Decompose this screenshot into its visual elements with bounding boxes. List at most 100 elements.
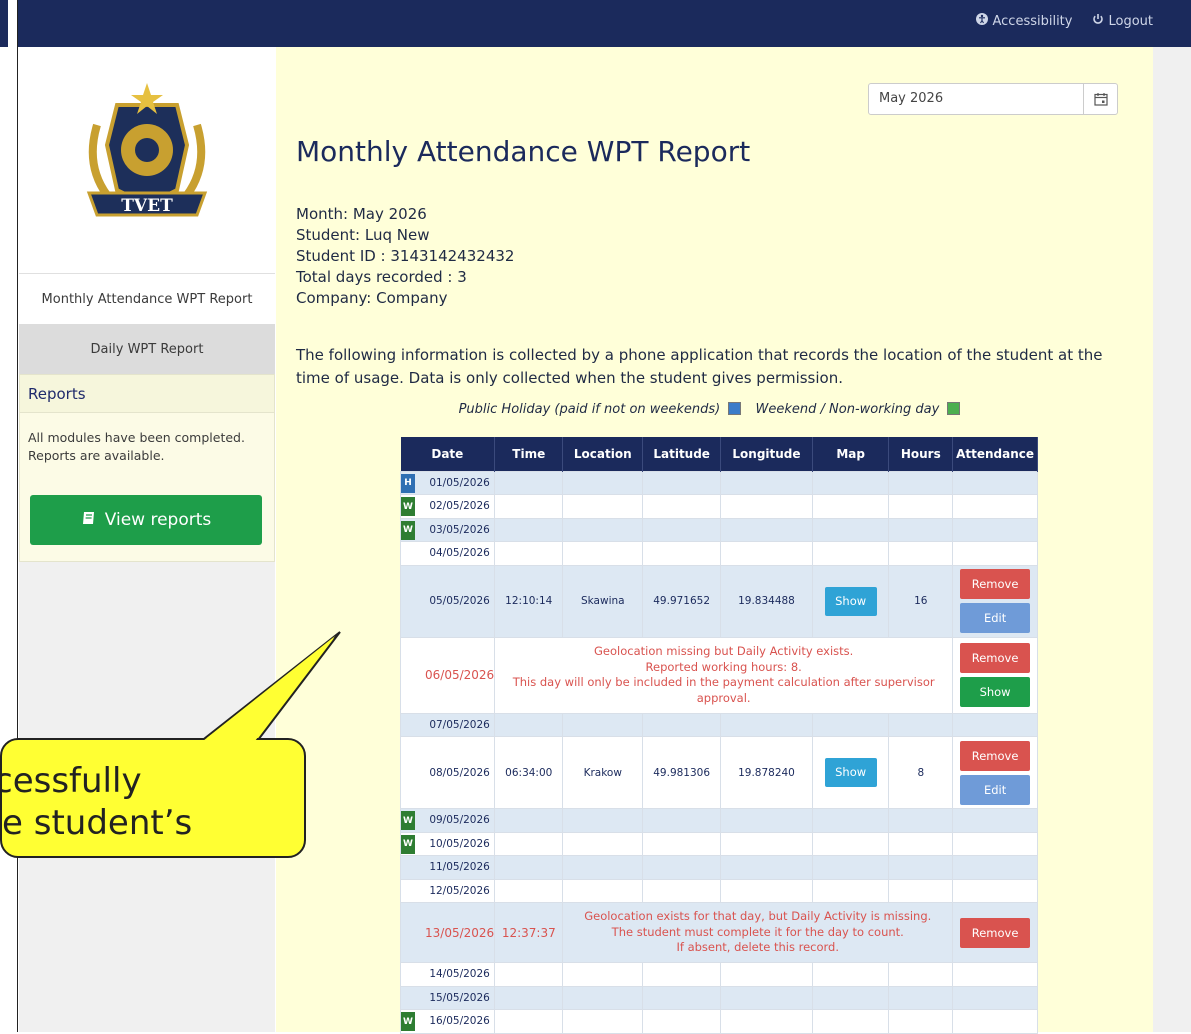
edit-button[interactable]: Edit [960, 603, 1031, 633]
logout-link[interactable]: Logout [1092, 13, 1153, 29]
row-date: 08/05/2026 [429, 766, 490, 779]
table-row: 07/05/2026 [399, 712, 1038, 737]
sidebar-item-label: Monthly Attendance WPT Report [41, 291, 253, 307]
sidebar-item-daily-report[interactable]: Daily WPT Report [19, 324, 275, 374]
top-navbar: Accessibility Logout [0, 0, 1191, 47]
table-row: W 16/05/2026 [399, 1009, 1038, 1034]
row-hours: 8 [888, 736, 954, 809]
remove-button[interactable]: Remove [960, 740, 1031, 771]
logo-container: TVET [19, 47, 275, 274]
message-line: This day will only be included in the pa… [512, 675, 935, 705]
data-collection-description: The following information is collected b… [296, 346, 1103, 387]
month-picker[interactable]: May 2026 [868, 83, 1118, 115]
right-gutter [1153, 47, 1191, 1032]
accessibility-icon [976, 13, 989, 29]
reports-title: Reports [20, 375, 274, 413]
table-row: 14/05/2026 [399, 962, 1038, 987]
logo-text: TVET [121, 196, 173, 216]
missing-geolocation-message: Geolocation missing but Daily Activity e… [494, 636, 954, 714]
row-longitude: 19.834488 [720, 564, 813, 638]
callout-text: cessfully e student’s s. [0, 760, 304, 856]
edit-button[interactable]: Edit [960, 774, 1031, 805]
row-date: 12/05/2026 [429, 884, 490, 897]
report-info: Month: May 2026 Student: Luq New Student… [296, 204, 514, 309]
info-student-id: Student ID : 3143142432432 [296, 247, 515, 265]
table-header-row: Date Time Location Latitude Longitude Ma… [400, 437, 1038, 471]
row-date: 11/05/2026 [429, 861, 490, 874]
table-row: 12/05/2026 [399, 878, 1038, 903]
sidebar-item-label: Daily WPT Report [90, 341, 204, 357]
column-header-time: Time [494, 437, 564, 471]
callout-line: cessfully [0, 761, 142, 801]
show-map-button[interactable]: Show [824, 758, 877, 787]
info-company: Company: Company [296, 289, 448, 307]
message-line: Geolocation exists for that day, but Dai… [584, 909, 932, 924]
accessibility-label: Accessibility [992, 13, 1073, 29]
row-date: 14/05/2026 [429, 968, 490, 981]
row-time: 12:10:14 [494, 564, 564, 638]
row-date: 15/05/2026 [429, 991, 490, 1004]
weekend-badge: W [401, 1012, 415, 1031]
row-latitude: 49.981306 [642, 736, 722, 809]
row-date: 05/05/2026 [429, 595, 490, 607]
message-line: The student must complete it for the day… [611, 924, 904, 939]
remove-button[interactable]: Remove [960, 917, 1031, 948]
show-map-button[interactable]: Show [824, 586, 877, 616]
row-date: 07/05/2026 [429, 718, 490, 731]
show-button[interactable]: Show [960, 677, 1031, 707]
weekend-badge: W [401, 834, 415, 854]
row-latitude: 49.971652 [642, 564, 722, 638]
holiday-badge: H [401, 473, 415, 493]
view-reports-label: View reports [104, 510, 212, 530]
reports-panel: Reports All modules have been completed.… [19, 374, 275, 562]
table-row: H 01/05/2026 [399, 470, 1038, 495]
tvet-logo: TVET [86, 83, 208, 217]
weekend-badge: W [401, 497, 415, 516]
calendar-icon[interactable] [1083, 84, 1117, 114]
main-content: May 2026 Monthly Attendance WPT Report M… [276, 47, 1153, 1034]
row-date: 03/05/2026 [429, 523, 490, 536]
legend-weekend-swatch [947, 402, 961, 415]
remove-button[interactable]: Remove [960, 643, 1031, 673]
table-row: 05/05/2026 12:10:14 Skawina 49.971652 19… [399, 564, 1038, 638]
callout-line: e student’s [2, 803, 193, 843]
row-longitude: 19.878240 [720, 736, 813, 809]
table-row: 04/05/2026 [399, 541, 1038, 566]
table-row: W 10/05/2026 [399, 831, 1038, 856]
row-date: 01/05/2026 [429, 476, 490, 489]
book-icon [81, 510, 97, 530]
logout-label: Logout [1108, 13, 1153, 29]
legend-holiday-label: Public Holiday (paid if not on weekends) [458, 402, 721, 417]
row-date: 10/05/2026 [429, 837, 490, 850]
row-time: 12:37:37 [494, 902, 564, 963]
callout-line: s. [2, 844, 304, 856]
message-line: Geolocation missing but Daily Activity e… [594, 644, 854, 658]
column-header-attendance: Attendance [952, 437, 1038, 471]
table-row: W 02/05/2026 [399, 494, 1038, 519]
legend: Public Holiday (paid if not on weekends)… [276, 402, 1153, 417]
row-date: 06/05/2026 [425, 668, 495, 682]
view-reports-button[interactable]: View reports [30, 495, 262, 545]
row-date: 13/05/2026 [425, 925, 495, 940]
table-row: W 09/05/2026 [399, 808, 1038, 833]
row-date: 04/05/2026 [429, 547, 490, 560]
row-date: 09/05/2026 [429, 814, 490, 827]
info-student: Student: Luq New [296, 226, 430, 244]
column-header-latitude: Latitude [642, 437, 722, 471]
column-header-date: Date [400, 437, 496, 471]
weekend-badge: W [401, 811, 415, 830]
accessibility-link[interactable]: Accessibility [976, 13, 1072, 29]
table-row: 08/05/2026 06:34:00 Krakow 49.981306 19.… [399, 736, 1038, 809]
table-row: 13/05/2026 12:37:37 Geolocation exists f… [399, 902, 1038, 963]
weekend-badge: W [401, 520, 415, 540]
message-line: If absent, delete this record. [676, 940, 840, 955]
row-date: 02/05/2026 [429, 500, 490, 513]
table-row: 15/05/2026 [399, 985, 1038, 1010]
legend-weekend-label: Weekend / Non-working day [755, 402, 940, 417]
remove-button[interactable]: Remove [960, 569, 1031, 599]
sidebar-item-monthly-report[interactable]: Monthly Attendance WPT Report [19, 274, 275, 324]
sidebar: TVET Monthly Attendance WPT Report Daily… [19, 47, 275, 562]
table-row: 06/05/2026 Geolocation missing but Daily… [399, 636, 1038, 714]
column-header-location: Location [562, 437, 644, 471]
month-picker-value: May 2026 [879, 91, 944, 106]
